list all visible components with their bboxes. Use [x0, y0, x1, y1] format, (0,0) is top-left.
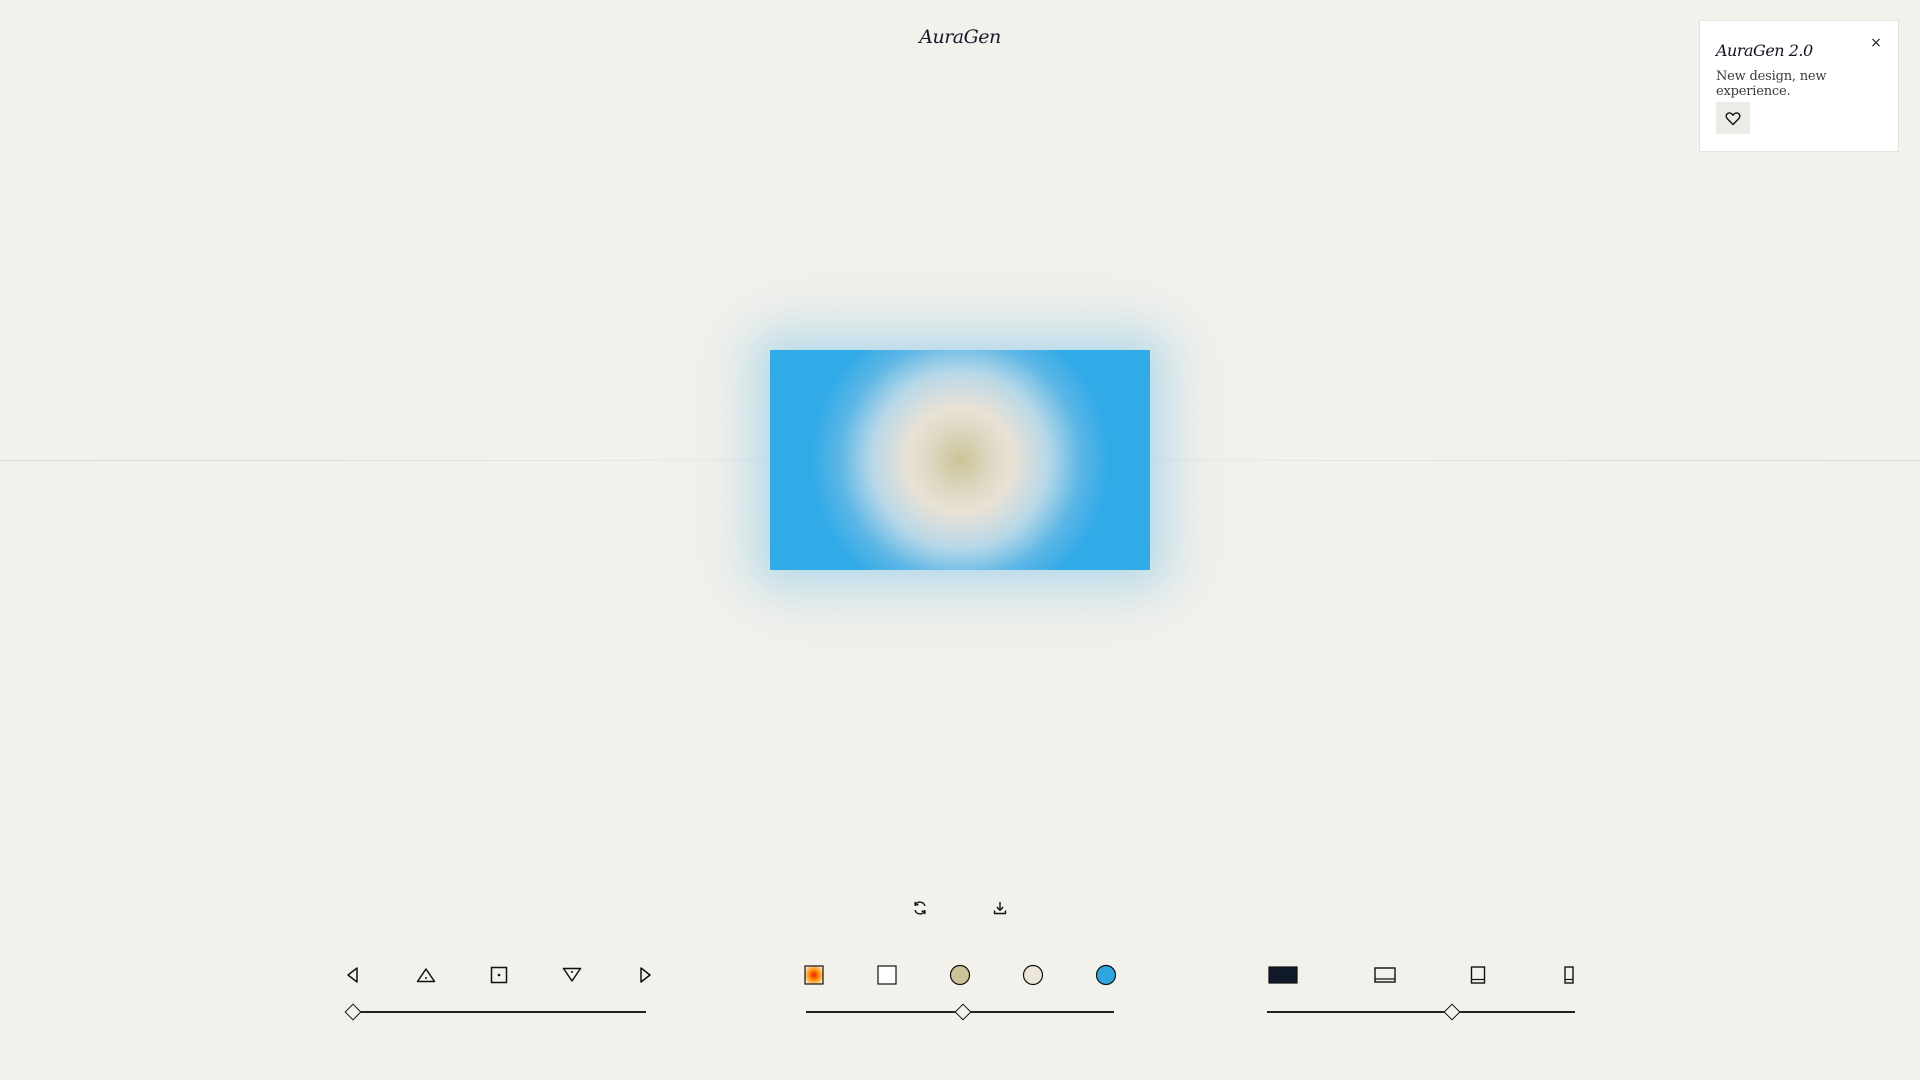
gradient-swatch-icon	[804, 965, 824, 985]
triangle-down-icon	[562, 967, 582, 982]
direction-up-button[interactable]	[411, 960, 441, 990]
slider-thumb[interactable]	[954, 1003, 972, 1021]
refresh-icon	[914, 901, 926, 915]
beige-swatch-icon	[1022, 964, 1044, 986]
direction-slider[interactable]	[344, 1003, 646, 1021]
slider-track	[1267, 1011, 1575, 1013]
regenerate-button[interactable]	[908, 896, 932, 920]
khaki-swatch-icon	[949, 964, 971, 986]
aspect-landscape-button[interactable]	[1368, 960, 1402, 990]
brand-title: AuraGen	[919, 26, 1001, 48]
slider-thumb[interactable]	[344, 1003, 362, 1021]
direction-down-button[interactable]	[557, 960, 587, 990]
palette-beige-button[interactable]	[1018, 960, 1048, 990]
palette-blue-button[interactable]	[1091, 960, 1121, 990]
palette-slider[interactable]	[806, 1003, 1114, 1021]
blue-swatch-icon	[1095, 964, 1117, 986]
close-icon[interactable]: ×	[1868, 35, 1884, 51]
direction-controls	[338, 960, 658, 1030]
direction-right-button[interactable]	[630, 960, 660, 990]
center-square-icon	[490, 966, 508, 984]
heart-icon	[1725, 111, 1741, 125]
aspect-portrait-button[interactable]	[1463, 960, 1493, 990]
palette-controls	[799, 960, 1119, 1030]
app-root: AuraGen AuraGen 2.0 New design, new expe…	[0, 0, 1920, 1080]
aspect-slider[interactable]	[1267, 1003, 1575, 1021]
slider-track	[353, 1011, 646, 1013]
triangle-up-icon	[416, 968, 436, 983]
direction-left-button[interactable]	[338, 960, 368, 990]
download-icon	[993, 902, 1007, 915]
aspect-wide-button[interactable]	[1266, 960, 1300, 990]
landscape-icon	[1374, 967, 1396, 983]
portrait-icon	[1470, 966, 1486, 984]
slider-thumb[interactable]	[1443, 1003, 1461, 1021]
palette-gradient-button[interactable]	[799, 960, 829, 990]
arrow-left-icon	[347, 967, 358, 983]
white-swatch-icon	[877, 965, 897, 985]
aspect-tall-button[interactable]	[1554, 960, 1584, 990]
download-button[interactable]	[988, 896, 1012, 920]
popup-title: AuraGen 2.0	[1716, 41, 1813, 60]
portrait-tall-icon	[1564, 966, 1574, 984]
landscape-wide-icon	[1268, 966, 1298, 984]
palette-khaki-button[interactable]	[945, 960, 975, 990]
gradient-preview	[770, 350, 1150, 570]
direction-center-button[interactable]	[484, 960, 514, 990]
popup-text: New design, new experience.	[1716, 69, 1827, 99]
palette-white-button[interactable]	[872, 960, 902, 990]
arrow-right-icon	[640, 967, 651, 983]
like-button[interactable]	[1716, 102, 1750, 134]
announcement-popup: AuraGen 2.0 New design, new experience. …	[1699, 20, 1899, 152]
action-bar	[0, 896, 1920, 920]
aspect-controls	[1264, 960, 1584, 1030]
